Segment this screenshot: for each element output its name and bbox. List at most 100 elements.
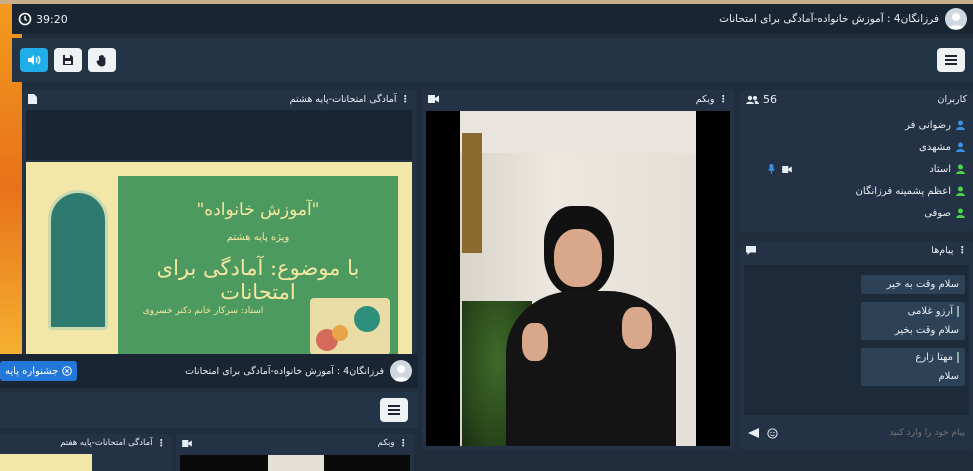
send-icon[interactable] — [748, 428, 759, 438]
slide-line-1: "آموزش خانواده" — [196, 200, 320, 220]
save-icon — [63, 55, 73, 65]
webcam-video — [426, 111, 730, 446]
message-sender: آرزو غلامی — [867, 306, 959, 317]
message-item: مهتا زارع سلام — [861, 348, 965, 386]
title-bar: 39:20 فرزانگان4 : آموزش خانواده-آمادگی ب… — [12, 4, 973, 34]
overlay-slide-preview — [0, 454, 92, 471]
messages-menu-icon[interactable]: ⋮ — [958, 245, 968, 256]
user-row[interactable]: اعظم پشمینه فرزانگان — [740, 180, 973, 202]
presentation-title: آمادگی امتحانات-پایه هشتم — [289, 93, 397, 105]
menu-icon — [945, 55, 957, 65]
user-name: صوفی — [924, 207, 951, 219]
webcam-header: ⋮ وبکم — [422, 90, 734, 108]
overlay-webcam: وبکم ⋮ — [176, 434, 414, 471]
user-avatar-icon — [948, 13, 964, 29]
user-row[interactable]: استاد — [740, 158, 973, 180]
users-icon — [746, 95, 759, 104]
slide: "آموزش خانواده" ویژه پایه هشتم با موضوع:… — [26, 162, 412, 355]
overlay-presentation: آمادگی امتحانات-پایه هفتم ⋮ — [0, 434, 172, 471]
overlay-webcam-menu-icon[interactable]: ⋮ — [399, 438, 409, 449]
video-person-hand-right — [622, 307, 652, 349]
user-name: اعظم پشمینه فرزانگان — [855, 185, 951, 197]
session-title: فرزانگان4 : آموزش خانواده-آمادگی برای ام… — [719, 13, 939, 25]
user-name: استاد — [929, 163, 951, 175]
toolbar — [12, 38, 973, 82]
menu-button[interactable] — [937, 48, 965, 72]
avatar — [390, 360, 412, 382]
message-item: آرزو غلامی سلام وقت بخیر — [861, 302, 965, 340]
user-name: رضوانی فر — [905, 119, 951, 131]
speaker-icon — [28, 55, 41, 65]
notification-text: جشنواره پایه — [5, 365, 59, 377]
overlay-webcam-title: وبکم — [377, 438, 395, 448]
user-row[interactable]: صوفی — [740, 202, 973, 224]
menu-icon — [388, 405, 400, 415]
user-avatar-icon — [393, 365, 409, 381]
microphone-icon — [768, 164, 775, 174]
slide-ornament — [48, 190, 108, 330]
presentation-dark-area — [26, 110, 412, 160]
user-icon — [956, 120, 965, 130]
users-panel: 56 کاربران رضوانی فر مشهدی استاد اعظم پش… — [740, 90, 973, 232]
message-sender: مهتا زارع — [867, 352, 959, 363]
close-circle-icon — [62, 366, 73, 376]
messages-header: ⋮ پیام‌ها — [740, 241, 973, 259]
hand-icon — [96, 54, 106, 66]
message-text: سلام وقت به خیر — [886, 279, 959, 290]
message-text: سلام وقت بخیر — [894, 325, 959, 336]
timer-text: 39:20 — [36, 12, 68, 26]
presentation-header: ⋮ آمادگی امتحانات-پایه هشتم — [22, 90, 416, 108]
overlay-presentation-title: آمادگی امتحانات-پایه هفتم — [60, 438, 153, 448]
avatar — [945, 8, 967, 30]
overlay-title: فرزانگان4 : آموزش خانواده-آمادگی برای ام… — [185, 365, 384, 377]
user-icon — [956, 208, 965, 218]
overlay-menu-button[interactable] — [380, 398, 408, 422]
document-icon — [28, 94, 37, 104]
user-name: مشهدی — [919, 141, 951, 153]
video-camera-icon — [182, 439, 192, 447]
video-ceiling — [460, 111, 696, 153]
emoji-icon[interactable] — [767, 427, 778, 439]
video-camera-icon — [782, 165, 792, 173]
message-input[interactable] — [815, 428, 965, 438]
speaker-button[interactable] — [20, 48, 48, 72]
webcam-panel: ⋮ وبکم — [422, 90, 734, 450]
slide-line-2: ویژه پایه هشتم — [226, 232, 290, 243]
messages-list: سلام وقت به خیر آرزو غلامی سلام وقت بخیر… — [744, 265, 969, 415]
presentation-menu-icon[interactable]: ⋮ — [401, 94, 411, 105]
messages-panel: ⋮ پیام‌ها سلام وقت به خیر آرزو غلامی سلا… — [740, 241, 973, 450]
slide-green-area: "آموزش خانواده" ویژه پایه هشتم با موضوع:… — [118, 176, 398, 355]
overlay-presentation-menu-icon[interactable]: ⋮ — [157, 438, 167, 449]
message-text: سلام — [938, 371, 959, 382]
video-person-hand-left — [522, 323, 548, 361]
raise-hand-button[interactable] — [88, 48, 116, 72]
user-icon — [956, 142, 965, 152]
overlay-title-bar: جشنواره پایه فرزانگان4 : آموزش خانواده-آ… — [0, 354, 418, 388]
clock-icon — [18, 12, 32, 26]
webcam-title: وبکم — [695, 93, 715, 105]
user-row[interactable]: مشهدی — [740, 136, 973, 158]
user-icon — [956, 164, 965, 174]
message-item: سلام وقت به خیر — [861, 275, 965, 294]
chat-icon — [746, 245, 756, 255]
users-count: 56 — [763, 92, 777, 106]
video-frame — [462, 133, 482, 253]
save-button[interactable] — [54, 48, 82, 72]
user-row[interactable]: رضوانی فر — [740, 114, 973, 136]
users-header: 56 کاربران — [740, 90, 973, 108]
overlay-window: جشنواره پایه فرزانگان4 : آموزش خانواده-آ… — [0, 354, 418, 471]
slide-flowers — [310, 298, 390, 355]
message-compose — [744, 421, 969, 445]
overlay-toolbar — [0, 392, 418, 428]
video-camera-icon — [428, 95, 439, 103]
users-title: کاربران — [937, 93, 967, 105]
notification-badge[interactable]: جشنواره پایه — [0, 361, 78, 381]
overlay-webcam-preview — [180, 455, 410, 471]
user-icon — [956, 186, 965, 196]
webcam-menu-icon[interactable]: ⋮ — [719, 94, 729, 105]
slide-line-4: استاد: سرکار خانم دکتر خسروی — [142, 306, 264, 316]
presentation-panel: ⋮ آمادگی امتحانات-پایه هشتم "آموزش خانوا… — [22, 90, 416, 355]
video-person-body — [506, 291, 676, 446]
messages-title: پیام‌ها — [931, 244, 954, 256]
timer: 39:20 — [18, 12, 68, 26]
